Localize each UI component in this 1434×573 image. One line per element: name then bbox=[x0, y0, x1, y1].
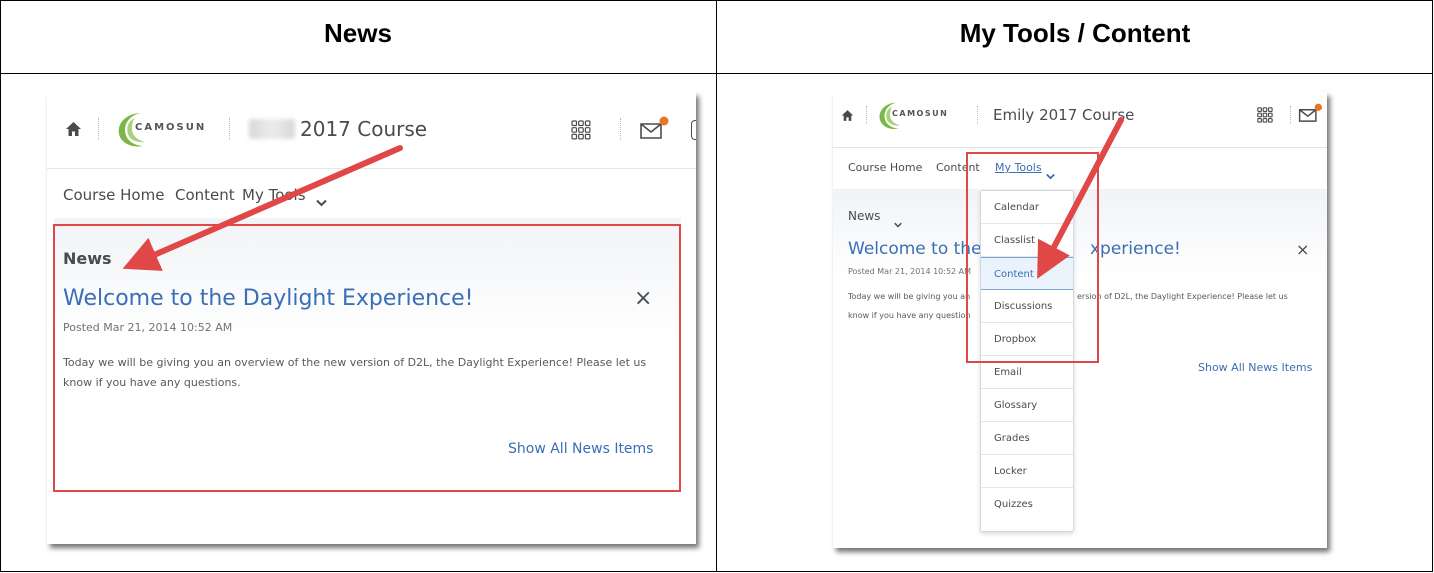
highlight-box bbox=[966, 152, 1099, 363]
separator bbox=[229, 118, 231, 140]
separator bbox=[866, 106, 868, 124]
subnav-course-home[interactable]: Course Home bbox=[63, 186, 164, 204]
separator bbox=[620, 118, 622, 140]
separator bbox=[977, 106, 979, 124]
home-icon[interactable] bbox=[841, 109, 854, 122]
left-column-title: News bbox=[324, 18, 392, 48]
apps-grid-icon[interactable] bbox=[1257, 107, 1273, 123]
cut-off-icon bbox=[691, 120, 696, 140]
subnav-course-home[interactable]: Course Home bbox=[848, 161, 922, 174]
news-heading: News bbox=[848, 209, 881, 223]
header-divider bbox=[0, 73, 1433, 74]
dropdown-item-quizzes[interactable]: Quizzes bbox=[981, 488, 1073, 521]
subnav-my-tools[interactable]: My Tools bbox=[242, 186, 306, 204]
column-divider bbox=[716, 0, 717, 572]
right-screenshot: CAMOSUN Emily 2017 Course Course Home Co… bbox=[833, 92, 1327, 548]
dropdown-item-glossary[interactable]: Glossary bbox=[981, 389, 1073, 422]
news-body-line-1-right: ersion of D2L, the Daylight Experience! … bbox=[1077, 292, 1288, 301]
logo-text: CAMOSUN bbox=[892, 109, 949, 118]
left-navbar: CAMOSUN 2017 Course bbox=[47, 92, 696, 169]
show-all-news-link[interactable]: Show All News Items bbox=[1198, 361, 1312, 374]
apps-grid-icon[interactable] bbox=[571, 120, 591, 140]
dropdown-item-locker[interactable]: Locker bbox=[981, 455, 1073, 488]
news-item-title[interactable]: Welcome to the bbox=[848, 239, 982, 259]
left-screenshot: CAMOSUN 2017 Course Course Home Content … bbox=[47, 92, 696, 544]
home-icon[interactable] bbox=[65, 121, 82, 137]
course-title[interactable]: 2017 Course bbox=[300, 117, 427, 141]
highlight-box bbox=[53, 224, 681, 492]
chevron-down-icon[interactable] bbox=[316, 192, 327, 211]
camosun-logo[interactable] bbox=[875, 100, 913, 136]
logo-text: CAMOSUN bbox=[135, 122, 207, 133]
mail-icon[interactable] bbox=[639, 116, 671, 140]
right-column-title: My Tools / Content bbox=[959, 18, 1191, 48]
news-item-title-continued[interactable]: xperience! bbox=[1090, 239, 1181, 259]
news-body-line-2-left: know if you have any question bbox=[848, 311, 971, 320]
close-icon[interactable]: × bbox=[1296, 240, 1309, 259]
subnav-content[interactable]: Content bbox=[175, 186, 235, 204]
dropdown-item-grades[interactable]: Grades bbox=[981, 422, 1073, 455]
right-navbar: CAMOSUN Emily 2017 Course bbox=[833, 92, 1327, 148]
separator bbox=[98, 118, 100, 140]
separator bbox=[1290, 106, 1292, 124]
posted-date: Posted Mar 21, 2014 10:52 AM bbox=[848, 267, 972, 276]
news-body-line-1-left: Today we will be giving you an bbox=[848, 292, 971, 301]
course-title[interactable]: Emily 2017 Course bbox=[993, 106, 1134, 124]
redacted-name bbox=[249, 119, 295, 139]
mail-icon[interactable] bbox=[1298, 103, 1324, 123]
chevron-down-icon[interactable] bbox=[894, 213, 902, 232]
